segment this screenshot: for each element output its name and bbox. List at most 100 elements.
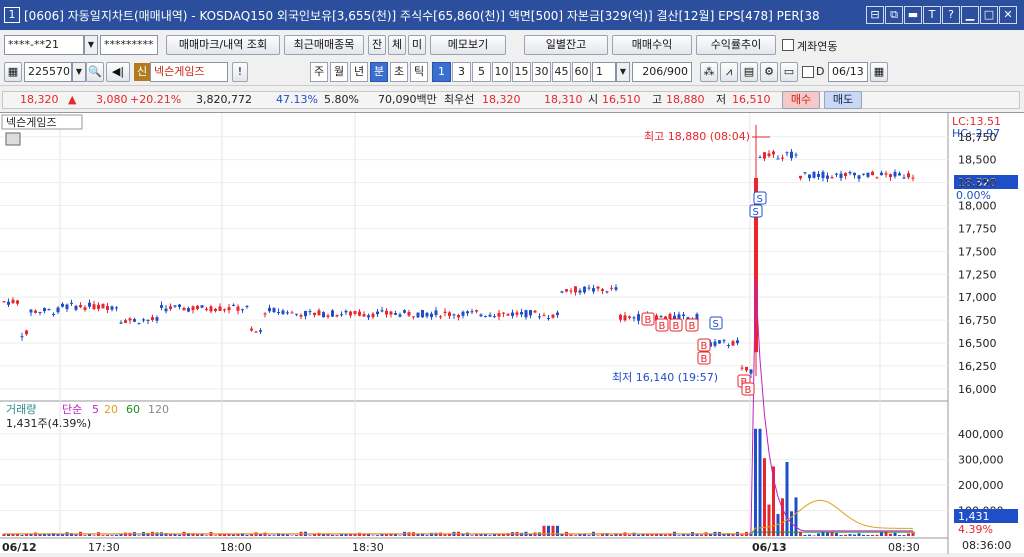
up-arrow-icon: ▲ [68, 93, 77, 106]
volume-bar [551, 525, 555, 536]
volume-bar [236, 534, 240, 536]
candle-body [448, 312, 451, 317]
volume-bar [547, 525, 550, 536]
minute-10[interactable]: 10 [492, 62, 511, 82]
volume-bar [101, 535, 105, 536]
candle-body [56, 307, 60, 313]
candle-body [781, 157, 784, 159]
candle-body [137, 323, 141, 325]
candle-body [623, 315, 627, 321]
price-tick: 16,500 [958, 337, 997, 350]
title-button-2[interactable]: ▬ [904, 6, 922, 24]
candle-body [367, 315, 370, 318]
candle-body [209, 306, 213, 312]
high-price: 18,880 [666, 93, 705, 106]
candle-body [466, 311, 469, 314]
candle-body [565, 289, 568, 292]
volume-tick: 300,000 [958, 453, 1004, 466]
title-button-4[interactable]: ? [942, 6, 960, 24]
candle-body [592, 288, 595, 292]
volume-bar [830, 532, 834, 536]
volume-bar [61, 534, 64, 536]
candle-body [313, 312, 316, 316]
volume-bar [695, 534, 699, 536]
high-annotation: 최고 18,880 (08:04) [644, 130, 750, 143]
title-button-0[interactable]: ⊟ [866, 6, 884, 24]
volume-bar [556, 525, 559, 536]
volume-bar [812, 535, 816, 536]
minute-5[interactable]: 5 [472, 62, 491, 82]
volume-bar [794, 497, 798, 536]
title-button-1[interactable]: ⧉ [885, 6, 903, 24]
open-label: 시 [588, 93, 599, 106]
volume-bar [907, 533, 910, 536]
volume-bar [677, 535, 681, 536]
minute-15[interactable]: 15 [512, 62, 531, 82]
volume-bar [250, 534, 253, 536]
volume-bar [425, 535, 429, 536]
candle-body [326, 315, 330, 317]
candle-body [533, 310, 537, 313]
buy-marker-label: B [745, 385, 752, 396]
panel-toggle-icon[interactable] [5, 132, 21, 146]
volume-bar [286, 534, 289, 536]
candle-body [425, 312, 429, 317]
title-button-3[interactable]: T [923, 6, 941, 24]
volume-bar [731, 534, 735, 536]
candle-body [236, 306, 240, 311]
period-5[interactable]: 틱 [410, 62, 428, 82]
title-button-5[interactable]: ▁ [961, 6, 979, 24]
volume-bar [893, 532, 897, 536]
minute-3[interactable]: 3 [452, 62, 471, 82]
candle-body [817, 173, 820, 177]
minute-60[interactable]: 60 [572, 62, 591, 82]
candle-body [763, 152, 766, 159]
title-button-7[interactable]: ✕ [999, 6, 1017, 24]
volume-bar [844, 534, 847, 536]
candle-body [29, 309, 33, 313]
minute-30[interactable]: 30 [532, 62, 551, 82]
stock-label: 넥슨게임즈 [6, 116, 57, 129]
volume-bar [529, 534, 532, 536]
volume-bar [542, 525, 546, 536]
period-4[interactable]: 초 [390, 62, 408, 82]
period-0[interactable]: 주 [310, 62, 328, 82]
x-tick: 06/13 [752, 541, 787, 554]
period-2[interactable]: 년 [350, 62, 368, 82]
candle-body [38, 312, 42, 314]
volume-bar [272, 535, 276, 536]
chart-area[interactable]: BBBBBBBBSSS 넥슨게임즈 LC:13.51 HC:-2.97 최고 1… [0, 112, 1024, 554]
volume-bar [470, 535, 474, 536]
ma-label: 단순 [62, 403, 82, 416]
title-button-6[interactable]: □ [980, 6, 998, 24]
volume-bar [803, 534, 807, 536]
minute-1[interactable]: 1 [432, 62, 451, 82]
candle-body [569, 290, 573, 292]
chart-svg[interactable]: BB B BBBBBSSS 넥슨게임즈 LC:13.51 HC:-2.97 최고 1… [0, 113, 1024, 554]
volume-bar [610, 534, 613, 536]
candle-body [835, 173, 838, 175]
candle-body [826, 175, 829, 179]
x-tick: 06/12 [2, 541, 37, 554]
volume: 3,820,772 [196, 93, 252, 106]
buy-button[interactable]: 매수 [782, 91, 820, 109]
volume-bar [740, 534, 744, 536]
clock-label: 08:36:00 [962, 539, 1011, 552]
candle-body [299, 315, 303, 317]
open-price: 16,510 [602, 93, 641, 106]
sell-button[interactable]: 매도 [824, 91, 862, 109]
candle-body [322, 312, 325, 318]
candle-body [884, 173, 888, 175]
candle-body [92, 304, 96, 310]
ma-60: 60 [126, 403, 140, 416]
price-tick: 18,750 [958, 131, 997, 144]
price-tick: 18,000 [958, 200, 997, 213]
candle-body [718, 340, 721, 344]
candle-body [191, 306, 195, 311]
period-1[interactable]: 월 [330, 62, 348, 82]
minute-45[interactable]: 45 [552, 62, 571, 82]
candle-body [574, 286, 577, 293]
price-tick: 17,000 [958, 291, 997, 304]
period-3[interactable]: 분 [370, 62, 388, 82]
price-tick: 17,500 [958, 245, 997, 258]
